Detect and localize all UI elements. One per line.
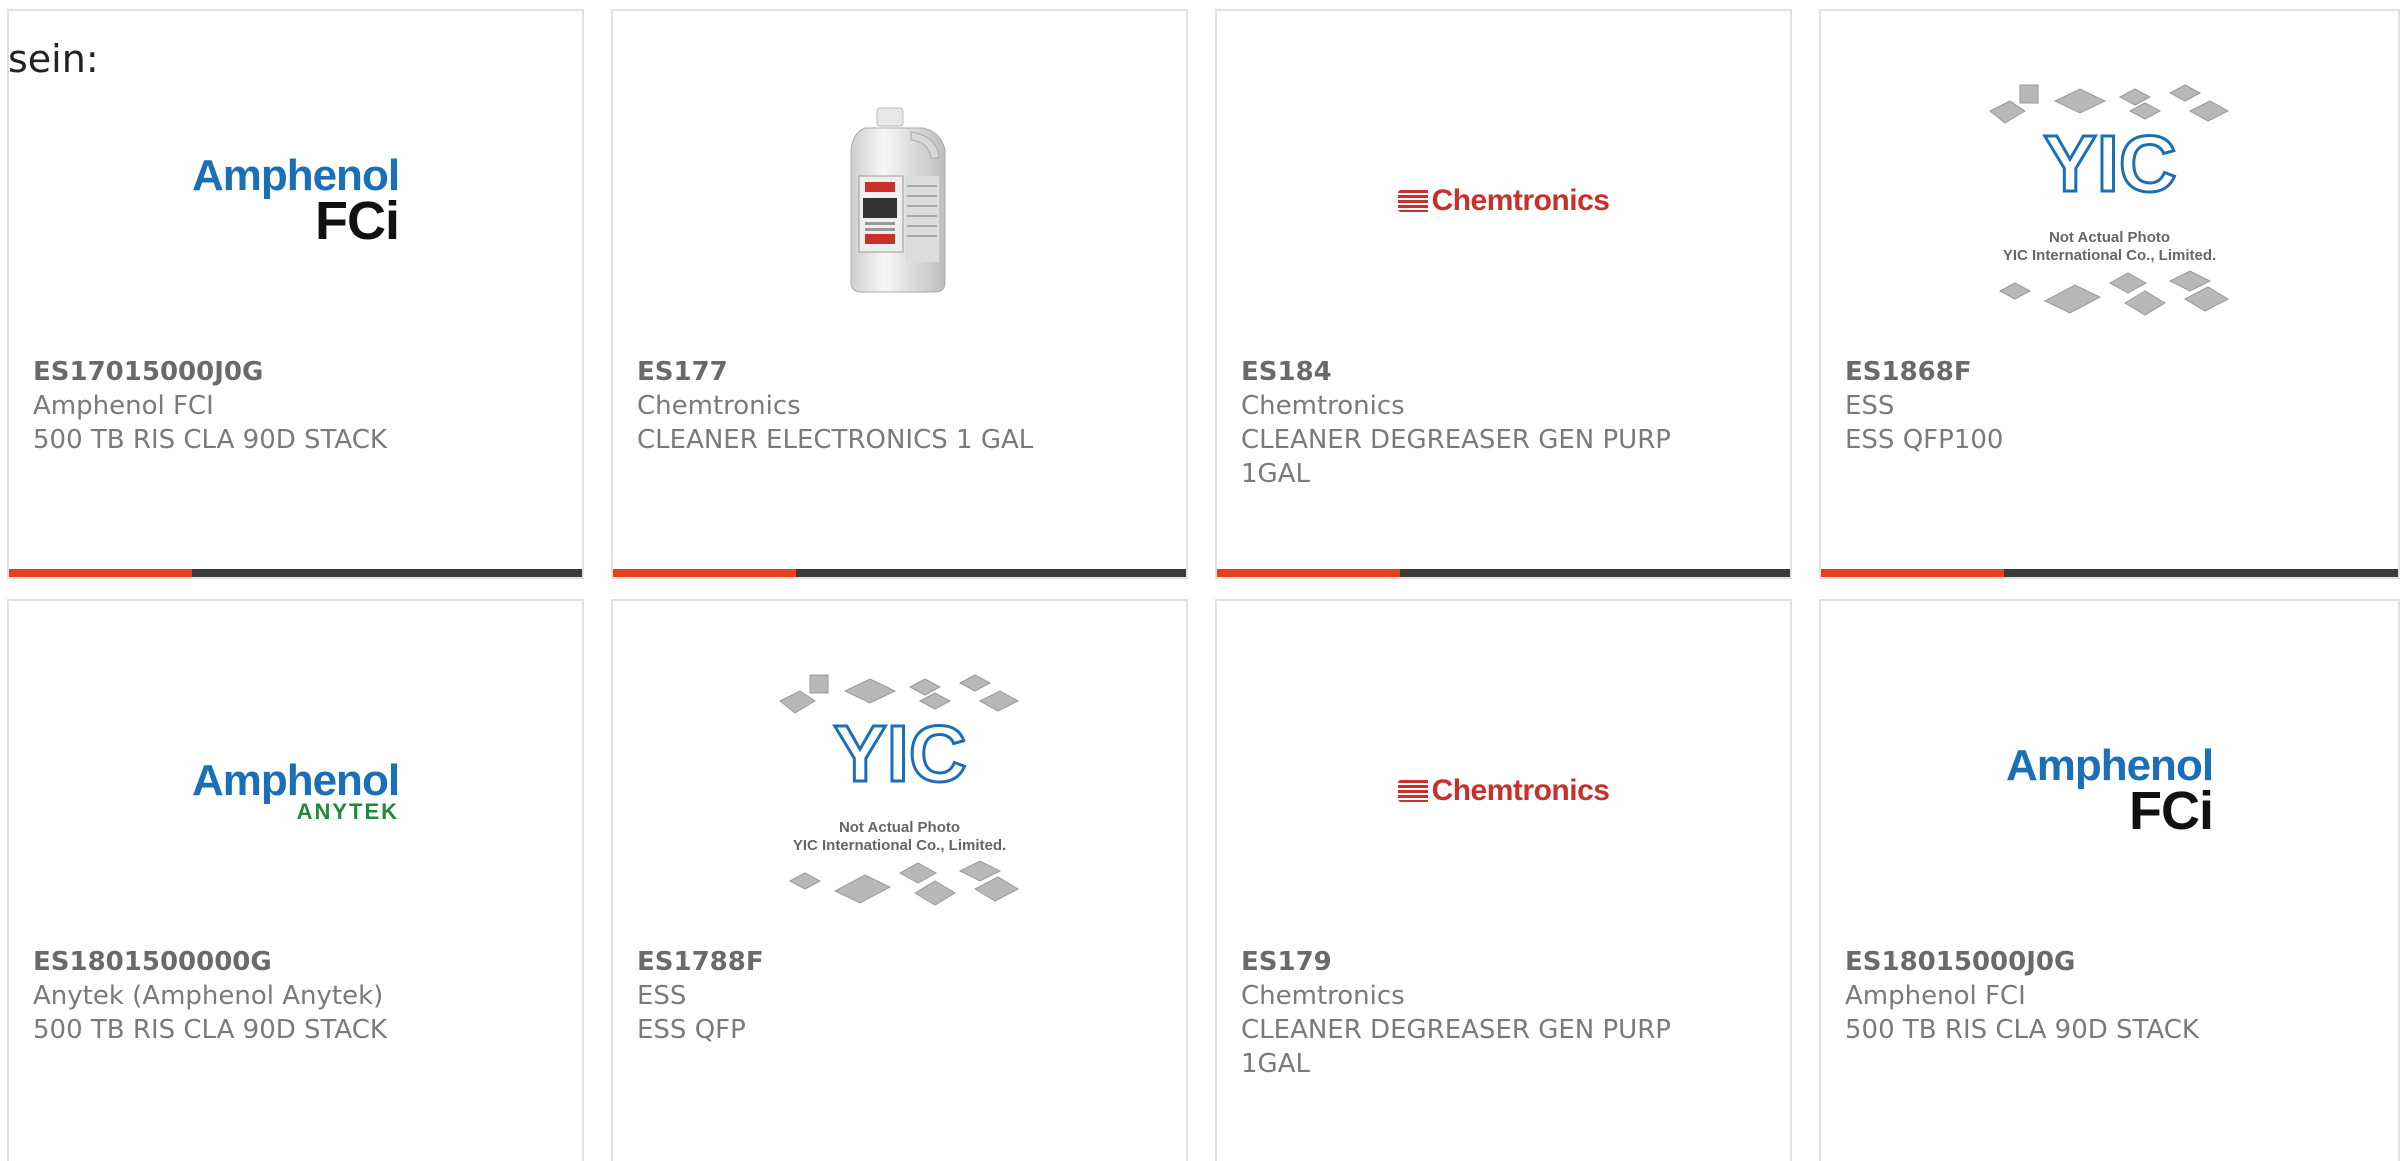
not-actual-photo-caption: Not Actual Photo YIC International Co., … xyxy=(613,819,1186,855)
product-description: CLEANER DEGREASER GEN PURP 1GAL xyxy=(1241,1015,1671,1079)
product-image[interactable]: YIC xyxy=(613,641,1186,941)
chemtronics-mark-icon xyxy=(1397,190,1428,212)
part-number-link[interactable]: ES184 xyxy=(1241,355,1741,389)
product-description: CLEANER ELECTRONICS 1 GAL xyxy=(637,425,1034,455)
product-info: ES18015000J0G Amphenol FCI 500 TB RIS CL… xyxy=(1845,945,2345,1047)
card-accent-bar xyxy=(9,569,582,577)
part-number-link[interactable]: ES177 xyxy=(637,355,1137,389)
amphenol-logo-text: Amphenol xyxy=(191,756,400,805)
product-info: ES1801500000G Anytek (Amphenol Anytek) 5… xyxy=(33,945,533,1047)
chemtronics-logo: Chemtronics xyxy=(1397,184,1610,218)
manufacturer-name: ESS xyxy=(1845,391,1895,421)
product-description: ESS QFP100 xyxy=(1845,425,2004,455)
product-card[interactable]: Chemtronics ES179 Chemtronics CLEANER DE… xyxy=(1215,599,1792,1161)
product-description: 500 TB RIS CLA 90D STACK xyxy=(33,425,387,455)
fci-logo-text: FCi xyxy=(2129,781,2214,841)
yic-company-text: YIC International Co., Limited. xyxy=(792,837,1007,854)
manufacturer-name: Chemtronics xyxy=(1241,391,1405,421)
amphenol-fci-logo: Amphenol FCi xyxy=(2006,744,2214,841)
yic-not-actual-photo: YIC xyxy=(1988,84,2229,316)
part-number-link[interactable]: ES17015000J0G xyxy=(33,355,533,389)
product-card[interactable]: YIC Not Actual Photo YIC International C… xyxy=(611,599,1188,1161)
product-description: CLEANER DEGREASER GEN PURP 1GAL xyxy=(1241,425,1671,489)
part-number-link[interactable]: ES1788F xyxy=(637,945,1137,979)
product-grid: Amphenol FCi ES17015000J0G Amphenol FCI … xyxy=(7,9,2400,1161)
yic-company-text: YIC International Co., Limited. xyxy=(2002,247,2217,264)
manufacturer-name: Chemtronics xyxy=(1241,981,1405,1011)
product-card[interactable]: Chemtronics ES184 Chemtronics CLEANER DE… xyxy=(1215,9,1792,579)
product-description: 500 TB RIS CLA 90D STACK xyxy=(1845,1015,2199,1045)
product-description: 500 TB RIS CLA 90D STACK xyxy=(33,1015,387,1045)
card-accent-bar xyxy=(1217,569,1790,577)
part-number-link[interactable]: ES18015000J0G xyxy=(1845,945,2345,979)
product-card[interactable]: YIC Not Actual Photo YIC International C… xyxy=(1819,9,2400,579)
chemtronics-logo-text: Chemtronics xyxy=(1431,184,1610,217)
product-card[interactable]: Amphenol FCi ES18015000J0G Amphenol FCI … xyxy=(1819,599,2400,1161)
card-accent-bar xyxy=(1821,569,2398,577)
part-number-link[interactable]: ES1801500000G xyxy=(33,945,533,979)
yic-not-actual-photo: YIC xyxy=(778,674,1019,906)
intro-text: sein: xyxy=(8,37,99,81)
not-actual-photo-caption: Not Actual Photo YIC International Co., … xyxy=(1821,229,2398,265)
card-accent-bar xyxy=(613,569,1186,577)
product-card[interactable]: ES177 Chemtronics CLEANER ELECTRONICS 1 … xyxy=(611,9,1188,579)
anytek-logo-text: ANYTEK xyxy=(296,799,400,824)
product-card[interactable]: Amphenol ANYTEK ES1801500000G Anytek (Am… xyxy=(7,599,584,1161)
product-image[interactable]: Amphenol FCi xyxy=(1821,641,2398,941)
product-image[interactable]: Amphenol ANYTEK xyxy=(9,641,582,941)
not-actual-photo-text: Not Actual Photo xyxy=(2048,229,2171,246)
chemtronics-logo-text: Chemtronics xyxy=(1431,774,1610,807)
chemtronics-logo: Chemtronics xyxy=(1397,774,1610,808)
product-listing-page: sein: Amphenol FCi ES17015000J0G Ampheno… xyxy=(0,0,2400,1161)
amphenol-anytek-logo: Amphenol ANYTEK xyxy=(191,756,400,824)
yic-logo-mark: YIC xyxy=(833,709,966,798)
product-image[interactable]: Chemtronics xyxy=(1217,641,1790,941)
product-description: ESS QFP xyxy=(637,1015,746,1045)
product-image[interactable]: Chemtronics xyxy=(1217,51,1790,351)
gallon-jug-photo xyxy=(850,107,945,293)
product-image[interactable]: YIC xyxy=(1821,51,2398,351)
manufacturer-name: ESS xyxy=(637,981,687,1011)
product-info: ES17015000J0G Amphenol FCI 500 TB RIS CL… xyxy=(33,355,533,457)
fci-logo-text: FCi xyxy=(315,191,400,251)
product-card[interactable]: Amphenol FCi ES17015000J0G Amphenol FCI … xyxy=(7,9,584,579)
chemtronics-mark-icon xyxy=(1397,780,1428,802)
manufacturer-name: Chemtronics xyxy=(637,391,801,421)
product-info: ES1788F ESS ESS QFP xyxy=(637,945,1137,1047)
product-image[interactable] xyxy=(613,51,1186,351)
product-image[interactable]: Amphenol FCi xyxy=(9,51,582,351)
not-actual-photo-text: Not Actual Photo xyxy=(838,819,961,836)
part-number-link[interactable]: ES179 xyxy=(1241,945,1741,979)
amphenol-fci-logo: Amphenol FCi xyxy=(192,154,400,251)
product-info: ES179 Chemtronics CLEANER DEGREASER GEN … xyxy=(1241,945,1741,1081)
product-info: ES177 Chemtronics CLEANER ELECTRONICS 1 … xyxy=(637,355,1137,457)
product-info: ES1868F ESS ESS QFP100 xyxy=(1845,355,2345,457)
product-info: ES184 Chemtronics CLEANER DEGREASER GEN … xyxy=(1241,355,1741,491)
manufacturer-name: Amphenol FCI xyxy=(1845,981,2026,1011)
part-number-link[interactable]: ES1868F xyxy=(1845,355,2345,389)
manufacturer-name: Amphenol FCI xyxy=(33,391,214,421)
manufacturer-name: Anytek (Amphenol Anytek) xyxy=(33,981,384,1011)
yic-logo-mark: YIC xyxy=(2043,119,2176,208)
